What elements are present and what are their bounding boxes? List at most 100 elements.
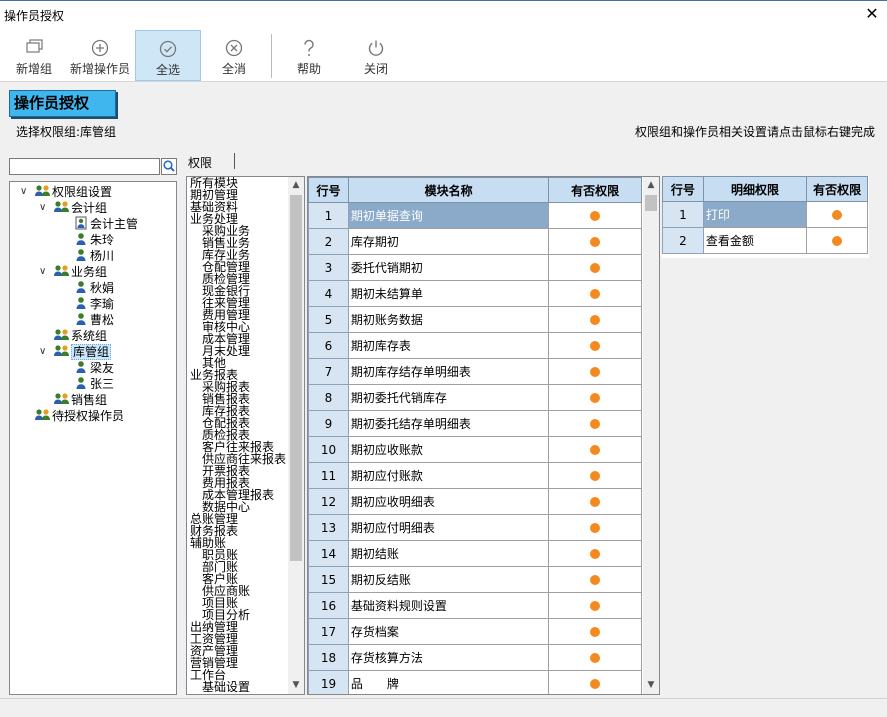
- row-name[interactable]: 期初账务数据: [347, 306, 550, 333]
- permission-cell[interactable]: [806, 227, 868, 254]
- module-list[interactable]: 所有模块 期初管理 基础资料 业务处理 采购业务 销售业务 库存业务 仓配管理 质检管理 现金银行…: [186, 176, 305, 695]
- help-button[interactable]: 帮助: [276, 30, 342, 81]
- permission-cell[interactable]: [548, 384, 642, 411]
- module-list-item[interactable]: 基础设置: [202, 681, 250, 693]
- table-row[interactable]: 15 期初反结账: [308, 566, 642, 593]
- module-list-item[interactable]: 成本管理: [202, 333, 250, 345]
- tree-node[interactable]: 杨川: [72, 248, 114, 264]
- module-list-item[interactable]: 客户账: [202, 573, 238, 585]
- row-name[interactable]: 期初库存表: [347, 332, 550, 359]
- scroll-thumb[interactable]: [645, 195, 657, 211]
- table-row[interactable]: 2 查看金额: [662, 227, 868, 254]
- tree-node[interactable]: ∨ 权限组设置: [20, 184, 112, 200]
- module-list-item[interactable]: 客户往来报表: [202, 441, 274, 453]
- table-row[interactable]: 1 期初单据查询: [308, 202, 642, 229]
- table-row[interactable]: 18 存货核算方法: [308, 644, 642, 671]
- table-row[interactable]: 9 期初委托结存单明细表: [308, 410, 642, 437]
- permission-cell[interactable]: [806, 201, 868, 228]
- module-list-item[interactable]: 财务报表: [190, 525, 238, 537]
- permission-cell[interactable]: [548, 254, 642, 281]
- row-name[interactable]: 品 牌: [347, 670, 550, 694]
- table-row[interactable]: 16 基础资料规则设置: [308, 592, 642, 619]
- permission-cell[interactable]: [548, 436, 642, 463]
- module-list-item[interactable]: 业务报表: [190, 369, 238, 381]
- module-list-item[interactable]: 采购报表: [202, 381, 250, 393]
- module-list-item[interactable]: 其他: [202, 357, 226, 369]
- tree-node[interactable]: ∨ 库管组: [39, 344, 112, 360]
- scroll-up-icon[interactable]: ▲: [643, 177, 659, 194]
- module-list-item[interactable]: 供应商账: [202, 585, 250, 597]
- deselect-all-button[interactable]: 全消: [201, 30, 267, 81]
- table-row[interactable]: 2 库存期初: [308, 228, 642, 255]
- row-name[interactable]: 基础资料规则设置: [347, 592, 550, 619]
- table-row[interactable]: 3 委托代销期初: [308, 254, 642, 281]
- permission-cell[interactable]: [548, 306, 642, 333]
- table-row[interactable]: 11 期初应付账款: [308, 462, 642, 489]
- row-name[interactable]: 期初未结算单: [347, 280, 550, 307]
- close-icon[interactable]: ✕: [863, 5, 881, 23]
- table-row[interactable]: 14 期初结账: [308, 540, 642, 567]
- module-list-item[interactable]: 资产管理: [190, 645, 238, 657]
- tree-node[interactable]: 销售组: [53, 392, 107, 408]
- module-list-scrollbar[interactable]: ▲ ▼: [288, 177, 304, 694]
- permission-cell[interactable]: [548, 592, 642, 619]
- row-name[interactable]: 打印: [702, 201, 808, 228]
- row-name[interactable]: 库存期初: [347, 228, 550, 255]
- permission-cell[interactable]: [548, 670, 642, 694]
- tree-node[interactable]: 朱玲: [72, 232, 114, 248]
- table-row[interactable]: 17 存货档案: [308, 618, 642, 645]
- scroll-down-icon[interactable]: ▼: [288, 677, 304, 694]
- row-name[interactable]: 期初应付明细表: [347, 514, 550, 541]
- module-list-item[interactable]: 仓配报表: [202, 417, 250, 429]
- table-row[interactable]: 6 期初库存表: [308, 332, 642, 359]
- tree-node[interactable]: 会计主管: [72, 216, 138, 232]
- module-list-item[interactable]: 项目账: [202, 597, 238, 609]
- permission-cell[interactable]: [548, 410, 642, 437]
- search-button[interactable]: [161, 158, 177, 175]
- permission-cell[interactable]: [548, 332, 642, 359]
- module-list-item[interactable]: 职员账: [202, 549, 238, 561]
- row-name[interactable]: 期初库存结存单明细表: [347, 358, 550, 385]
- module-list-item[interactable]: 库存报表: [202, 405, 250, 417]
- chevron-down-icon[interactable]: ∨: [39, 264, 51, 280]
- row-name[interactable]: 期初委托结存单明细表: [347, 410, 550, 437]
- table-row[interactable]: 7 期初库存结存单明细表: [308, 358, 642, 385]
- row-name[interactable]: 期初应收账款: [347, 436, 550, 463]
- permission-cell[interactable]: [548, 514, 642, 541]
- module-list-item[interactable]: 质检管理: [202, 273, 250, 285]
- module-list-item[interactable]: 工作台: [190, 669, 226, 681]
- module-list-item[interactable]: 部门账: [202, 561, 238, 573]
- permission-cell[interactable]: [548, 462, 642, 489]
- module-list-item[interactable]: 采购业务: [202, 225, 250, 237]
- scroll-up-icon[interactable]: ▲: [288, 177, 304, 194]
- module-list-item[interactable]: 工资管理: [190, 633, 238, 645]
- row-name[interactable]: 存货核算方法: [347, 644, 550, 671]
- module-list-item[interactable]: 审核中心: [202, 321, 250, 333]
- module-list-item[interactable]: 开票报表: [202, 465, 250, 477]
- row-name[interactable]: 期初委托代销库存: [347, 384, 550, 411]
- select-all-button[interactable]: 全选: [135, 30, 201, 81]
- module-list-item[interactable]: 基础资料: [190, 201, 238, 213]
- chevron-down-icon[interactable]: ∨: [20, 184, 32, 200]
- module-list-item[interactable]: 项目分析: [202, 609, 250, 621]
- module-list-item[interactable]: 数据中心: [202, 501, 250, 513]
- tree-node[interactable]: ∨ 会计组: [39, 200, 107, 216]
- module-list-item[interactable]: 费用管理: [202, 309, 250, 321]
- module-list-item[interactable]: 费用报表: [202, 477, 250, 489]
- table-row[interactable]: 13 期初应付明细表: [308, 514, 642, 541]
- permission-cell[interactable]: [548, 644, 642, 671]
- tree-node[interactable]: 梁友: [72, 360, 114, 376]
- table-row[interactable]: 4 期初未结算单: [308, 280, 642, 307]
- module-list-item[interactable]: 销售业务: [202, 237, 250, 249]
- module-list-item[interactable]: 月末处理: [202, 345, 250, 357]
- permission-cell[interactable]: [548, 280, 642, 307]
- module-list-item[interactable]: 营销管理: [190, 657, 238, 669]
- permission-cell[interactable]: [548, 202, 642, 229]
- module-list-item[interactable]: 辅助账: [190, 537, 226, 549]
- row-name[interactable]: 期初应付账款: [347, 462, 550, 489]
- tree-node[interactable]: 李瑜: [72, 296, 114, 312]
- new-group-button[interactable]: 新增组: [1, 30, 67, 81]
- table-row[interactable]: 5 期初账务数据: [308, 306, 642, 333]
- permission-cell[interactable]: [548, 618, 642, 645]
- group-tree[interactable]: ∨ 权限组设置 ∨ 会计组 会计主管 朱玲 杨川 ∨ 业务组 秋娟 李瑜 曹松 系统组 ∨ 库管组 梁友 张三销…: [9, 181, 177, 695]
